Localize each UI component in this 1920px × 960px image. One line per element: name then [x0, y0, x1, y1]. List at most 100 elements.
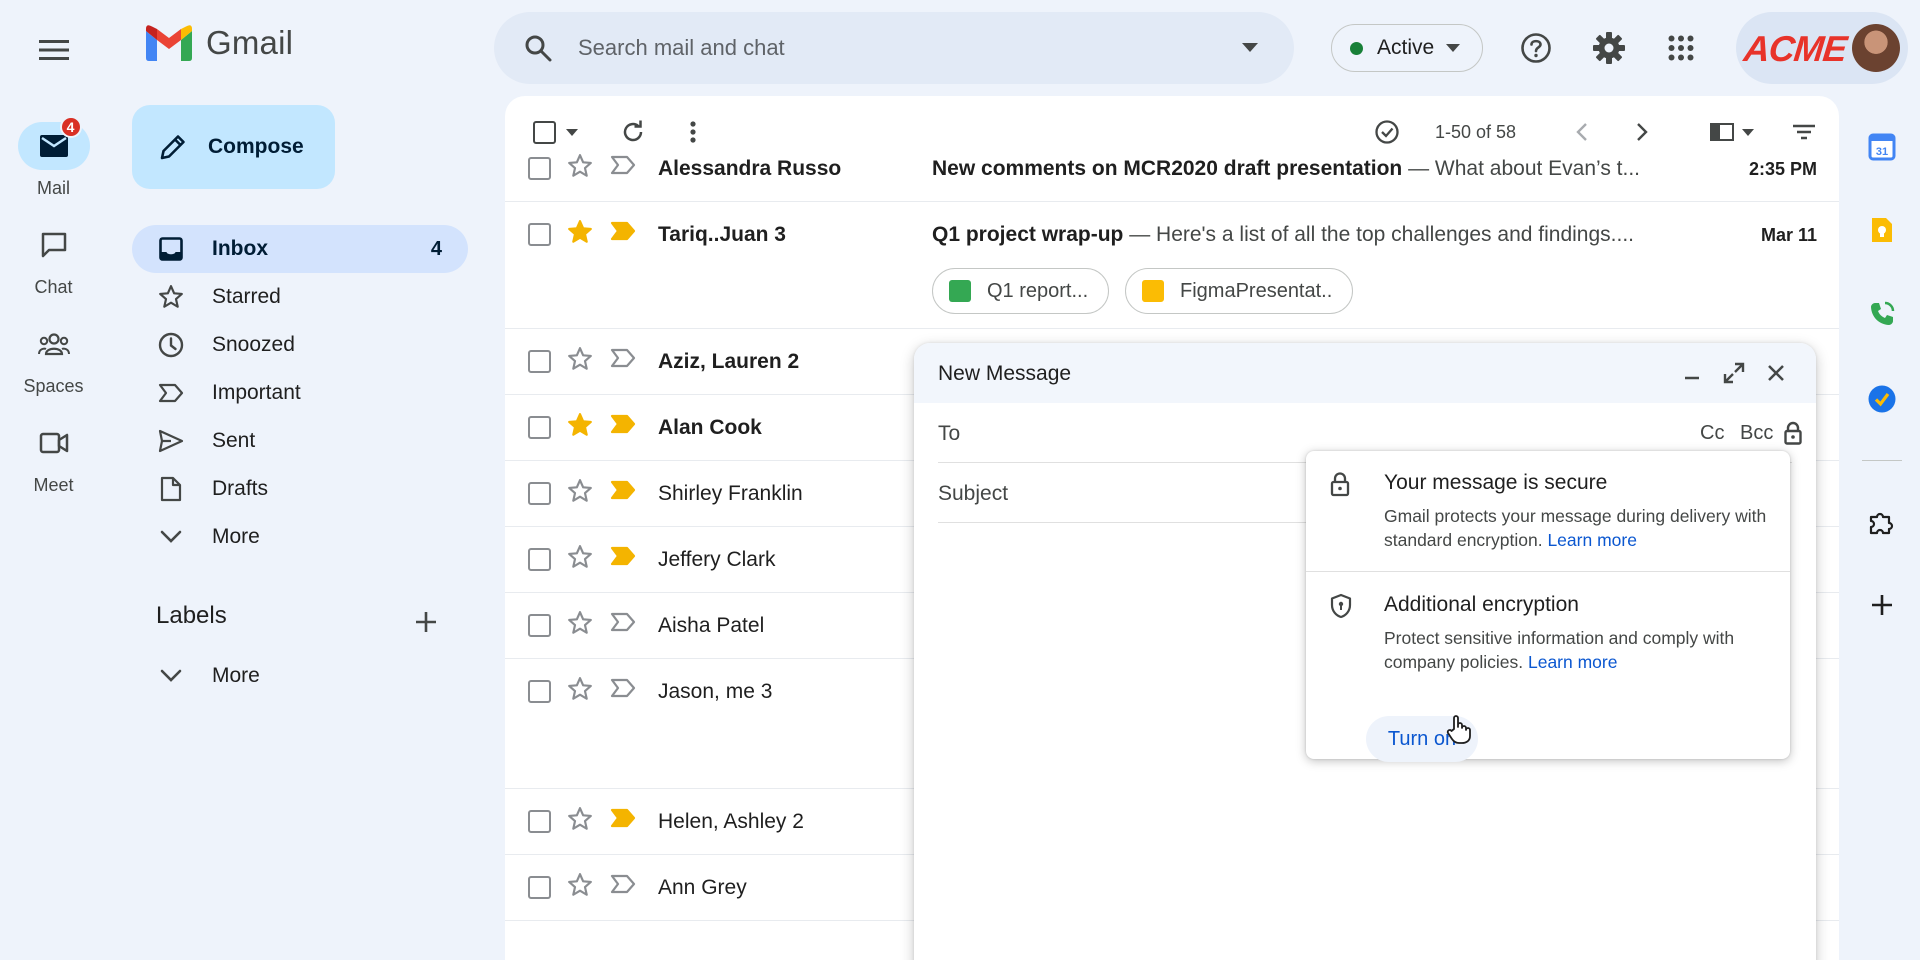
email-subject-line: Q1 project wrap-up — Here's a list of al… [932, 223, 1712, 247]
important-icon[interactable] [610, 414, 636, 434]
clock-icon [158, 332, 184, 358]
caret-down-icon [1242, 43, 1258, 52]
star-icon[interactable] [567, 412, 593, 438]
voice-app-button[interactable] [1864, 296, 1900, 332]
organization-logo: ACME [1741, 28, 1849, 69]
email-sender: Shirley Franklin [658, 482, 803, 505]
close-compose-button[interactable] [1758, 355, 1794, 391]
chevron-down-icon [160, 669, 182, 682]
attachment-name: Q1 report... [987, 279, 1089, 302]
compose-button[interactable]: Compose [132, 105, 335, 189]
email-sender: Ann Grey [658, 876, 747, 899]
row-checkbox[interactable] [528, 416, 551, 439]
nav-label: Snoozed [212, 333, 295, 356]
nav-item-snoozed[interactable]: Snoozed [132, 321, 468, 369]
cc-link[interactable]: Cc [1700, 422, 1724, 445]
nav-item-important[interactable]: Important [132, 369, 468, 417]
minimize-button[interactable] [1674, 355, 1710, 391]
row-checkbox[interactable] [528, 614, 551, 637]
important-icon[interactable] [610, 221, 636, 241]
plus-icon [416, 612, 436, 632]
nav-label: Sent [212, 429, 256, 452]
chevron-down-icon [160, 530, 182, 543]
star-icon[interactable] [567, 478, 593, 504]
star-icon[interactable] [567, 806, 593, 832]
rail-item-chat[interactable]: Chat [0, 221, 107, 298]
rail-item-spaces[interactable]: Spaces [0, 320, 107, 397]
rail-item-meet[interactable]: Meet [0, 419, 107, 496]
nav-item-drafts[interactable]: Drafts [132, 465, 468, 513]
important-icon[interactable] [610, 480, 636, 500]
bcc-link[interactable]: Bcc [1740, 422, 1773, 445]
tasks-app-button[interactable] [1864, 381, 1900, 417]
nav-item-inbox[interactable]: Inbox 4 [132, 225, 468, 273]
apps-grid-icon [1668, 35, 1694, 61]
status-selector[interactable]: Active [1331, 24, 1483, 72]
star-icon[interactable] [567, 544, 593, 570]
account-switcher[interactable]: ACME [1736, 12, 1908, 84]
secure-description: Gmail protects your message during deliv… [1384, 504, 1774, 552]
email-date: 2:35 PM [1748, 159, 1817, 179]
status-label: Active [1377, 36, 1435, 59]
calendar-app-button[interactable]: 31 [1864, 129, 1900, 165]
important-icon[interactable] [610, 348, 636, 368]
main-menu-button[interactable] [34, 30, 74, 70]
create-label-button[interactable] [406, 602, 446, 642]
row-checkbox[interactable] [528, 157, 551, 180]
search-input[interactable] [578, 35, 1230, 61]
keep-app-button[interactable] [1864, 212, 1900, 248]
row-checkbox[interactable] [528, 350, 551, 373]
draft-icon [160, 476, 182, 502]
star-icon[interactable] [567, 872, 593, 898]
row-checkbox[interactable] [528, 876, 551, 899]
row-checkbox[interactable] [528, 810, 551, 833]
row-checkbox[interactable] [528, 548, 551, 571]
star-icon[interactable] [567, 219, 593, 245]
email-row[interactable]: Alessandra Russo New comments on MCR2020 … [505, 136, 1839, 202]
support-button[interactable] [1512, 24, 1560, 72]
google-apps-button[interactable] [1657, 24, 1705, 72]
search-bar [494, 12, 1294, 84]
addons-button[interactable] [1864, 504, 1900, 540]
learn-more-link[interactable]: Learn more [1547, 530, 1637, 550]
nav-item-sent[interactable]: Sent [132, 417, 468, 465]
gmail-logo[interactable]: Gmail [146, 24, 293, 62]
rail-label-spaces: Spaces [23, 376, 84, 396]
compose-header[interactable]: New Message [914, 343, 1816, 403]
settings-button[interactable] [1585, 24, 1633, 72]
nav-item-more[interactable]: More [132, 513, 468, 561]
gmail-m-icon [146, 25, 192, 61]
get-addons-button[interactable] [1864, 587, 1900, 623]
email-row[interactable]: Tariq..Juan 3 Q1 project wrap-up — Here's… [505, 202, 1839, 329]
fullscreen-button[interactable] [1716, 355, 1752, 391]
row-checkbox[interactable] [528, 482, 551, 505]
star-icon[interactable] [567, 346, 593, 372]
important-icon[interactable] [610, 678, 636, 698]
attachment-chip[interactable]: Q1 report... [932, 268, 1110, 314]
star-icon[interactable] [567, 676, 593, 702]
nav-item-starred[interactable]: Starred [132, 273, 468, 321]
meet-icon [39, 432, 68, 454]
to-input[interactable] [1018, 413, 1618, 453]
important-icon[interactable] [610, 808, 636, 828]
rail-item-mail[interactable]: 4 Mail [0, 116, 107, 199]
rail-label-chat: Chat [34, 277, 73, 297]
star-icon[interactable] [567, 610, 593, 636]
subject-input[interactable] [1058, 473, 1318, 513]
important-icon[interactable] [610, 874, 636, 894]
learn-more-link[interactable]: Learn more [1528, 652, 1618, 672]
important-icon[interactable] [610, 612, 636, 632]
attachment-chip[interactable]: FigmaPresentat.. [1125, 268, 1354, 314]
search-options-button[interactable] [1230, 28, 1270, 68]
help-icon [1521, 33, 1551, 63]
important-icon[interactable] [610, 546, 636, 566]
star-icon[interactable] [567, 153, 593, 179]
labels-more-item[interactable]: More [132, 652, 468, 700]
important-icon[interactable] [610, 155, 636, 175]
encryption-lock-button[interactable] [1784, 421, 1802, 445]
plus-icon [1872, 595, 1892, 615]
row-checkbox[interactable] [528, 680, 551, 703]
row-checkbox[interactable] [528, 223, 551, 246]
search-button[interactable] [518, 28, 558, 68]
subject-label: Subject [938, 482, 1009, 505]
